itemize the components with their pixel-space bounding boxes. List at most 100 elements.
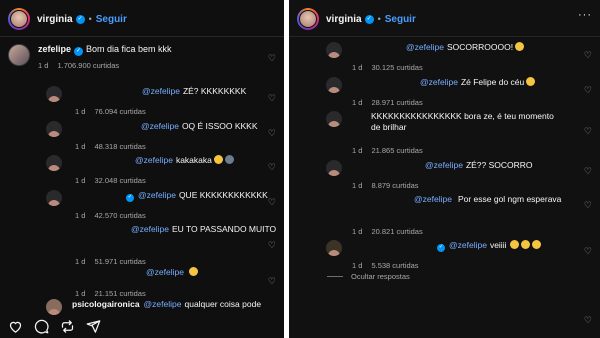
like-count[interactable]: 21.151 curtidas	[94, 289, 145, 298]
reply-text: SOCORROOOO!	[446, 42, 514, 52]
heart-icon[interactable]: ♡	[584, 126, 592, 137]
emoji-icon	[515, 42, 525, 51]
reply-item: @zefelipe SOCORROOOO!	[326, 42, 525, 58]
comment-text: Bom dia fica bem kkk	[86, 44, 172, 54]
comment-username[interactable]: zefelipe	[38, 44, 71, 54]
emoji-icon	[526, 77, 536, 86]
action-bar	[8, 319, 101, 334]
like-count[interactable]: 51.971 curtidas	[94, 257, 145, 266]
like-count[interactable]: 1.706.900 curtidas	[57, 61, 119, 70]
username[interactable]: virginia	[37, 14, 73, 25]
avatar[interactable]	[326, 240, 342, 256]
mention-link[interactable]: @zefelipe	[144, 299, 182, 309]
like-count[interactable]: 76.094 curtidas	[94, 107, 145, 116]
mention-link[interactable]: @zefelipe	[141, 121, 179, 131]
avatar[interactable]	[46, 155, 62, 171]
heart-icon[interactable]	[8, 319, 23, 334]
heart-icon[interactable]: ♡	[584, 85, 592, 96]
reply-time: 1 d	[75, 289, 86, 298]
reply-time: 1 d	[75, 257, 86, 266]
like-count[interactable]: 30.125 curtidas	[371, 63, 422, 72]
heart-icon[interactable]: ♡	[584, 166, 592, 177]
post-header: virginia ✓ • Seguir	[8, 6, 127, 32]
avatar[interactable]	[46, 86, 62, 102]
like-count[interactable]: 8.879 curtidas	[371, 181, 418, 190]
more-icon[interactable]: ···	[578, 9, 592, 21]
heart-icon[interactable]: ♡	[268, 93, 276, 104]
mention-link[interactable]: @zefelipe	[425, 160, 463, 170]
like-count[interactable]: 42.570 curtidas	[94, 211, 145, 220]
heart-icon[interactable]: ♡	[268, 162, 276, 173]
follow-button[interactable]: Seguir	[385, 14, 416, 25]
username[interactable]: virginia	[326, 14, 362, 25]
mention-link[interactable]: @zefelipe	[138, 190, 176, 200]
avatar[interactable]	[8, 44, 30, 66]
mention-link[interactable]: @zefelipe	[131, 224, 169, 234]
reply-item: @zefelipe ZÉ? KKKKKKKK	[46, 86, 246, 102]
heart-icon[interactable]: ♡	[584, 246, 592, 257]
repost-icon[interactable]	[60, 319, 75, 334]
reply-time: 1 d	[75, 142, 86, 151]
emoji-icon	[213, 155, 223, 164]
reply-time: 1 d	[352, 261, 363, 270]
avatar[interactable]	[326, 111, 342, 127]
share-icon[interactable]	[86, 319, 101, 334]
like-count[interactable]: 5.538 curtidas	[371, 261, 418, 270]
divider	[0, 36, 284, 37]
like-count[interactable]: 48.318 curtidas	[94, 142, 145, 151]
like-count[interactable]: 32.048 curtidas	[94, 176, 145, 185]
hide-replies-button[interactable]: Ocultar respostas	[327, 272, 410, 281]
main-comment: zefelipe ✓ Bom dia fica bem kkk 1 d 1.706.9…	[8, 44, 172, 70]
avatar[interactable]	[326, 42, 342, 58]
heart-icon[interactable]: ♡	[584, 315, 592, 326]
heart-icon[interactable]: ♡	[268, 240, 276, 251]
reply-time: 1 d	[352, 98, 363, 107]
comment-icon[interactable]	[34, 319, 49, 334]
emoji-icon	[188, 267, 198, 276]
avatar[interactable]	[46, 190, 62, 206]
avatar[interactable]	[46, 299, 62, 315]
reply-text: Zé Felipe do céu	[460, 77, 525, 87]
reply-item: @zefelipe EU TO PASSANDO MUITO	[131, 224, 276, 235]
emoji-icon	[224, 155, 234, 164]
mention-link[interactable]: @zefelipe	[449, 240, 487, 250]
reply-time: 1 d	[75, 211, 86, 220]
comment-time: 1 d	[38, 61, 49, 70]
reply-item: ✓ @zefelipe QUE KKKKKKKKKKKK	[46, 190, 268, 206]
mention-link[interactable]: @zefelipe	[146, 267, 184, 277]
reply-item: @zefelipe Zé Felipe do céu	[326, 77, 536, 93]
avatar[interactable]	[297, 8, 319, 30]
heart-icon[interactable]: ♡	[584, 50, 592, 61]
like-count[interactable]: 28.971 curtidas	[371, 98, 422, 107]
avatar[interactable]	[8, 8, 30, 30]
verified-icon: ✓	[126, 193, 134, 202]
avatar[interactable]	[46, 121, 62, 137]
left-post-panel: virginia ✓ • Seguir zefelipe ✓ Bom dia fic…	[0, 0, 284, 338]
reply-text: QUE KKKKKKKKKKKK	[178, 190, 268, 200]
heart-icon[interactable]: ♡	[268, 128, 276, 139]
verified-icon: ✓	[74, 47, 84, 56]
reply-time: 1 d	[352, 227, 363, 236]
comment-username[interactable]: psicologaironica	[72, 299, 140, 309]
mention-link[interactable]: @zefelipe	[135, 155, 173, 165]
reply-text: qualquer coisa pode	[184, 299, 262, 309]
avatar[interactable]	[326, 77, 342, 93]
heart-icon[interactable]: ♡	[268, 53, 276, 64]
reply-item: psicologaironica @zefelipe qualquer coisa …	[46, 299, 261, 315]
follow-button[interactable]: Seguir	[96, 14, 127, 25]
avatar[interactable]	[326, 160, 342, 176]
mention-link[interactable]: @zefelipe	[142, 86, 180, 96]
reply-text: Por esse gol ngm esperava	[457, 194, 562, 204]
heart-icon[interactable]: ♡	[268, 276, 276, 287]
mention-link[interactable]: @zefelipe	[420, 77, 458, 87]
reply-item: @zefelipe Por esse gol ngm esperava	[414, 194, 561, 205]
emoji-icon	[510, 240, 520, 249]
heart-icon[interactable]: ♡	[584, 200, 592, 211]
reply-text: KKKKKKKKKKKKKKKK bora ze, é teu momento …	[371, 111, 554, 132]
heart-icon[interactable]: ♡	[268, 197, 276, 208]
like-count[interactable]: 20.821 curtidas	[371, 227, 422, 236]
mention-link[interactable]: @zefelipe	[414, 194, 452, 204]
mention-link[interactable]: @zefelipe	[406, 42, 444, 52]
like-count[interactable]: 21.865 curtidas	[371, 146, 422, 155]
reply-text: OQ É ISSOO KKKK	[181, 121, 258, 131]
